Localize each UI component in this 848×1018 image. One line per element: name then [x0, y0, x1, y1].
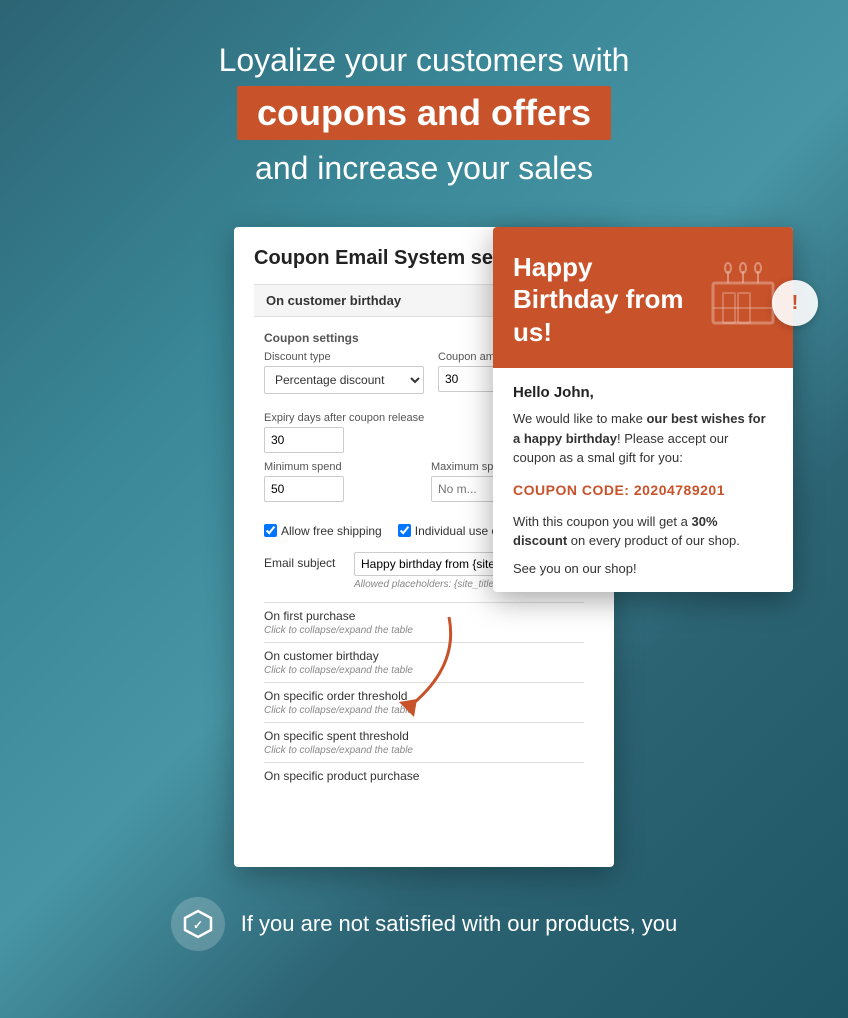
- discount-type-field: Discount type Percentage discount: [264, 351, 424, 394]
- header-highlight: coupons and offers: [237, 86, 611, 140]
- collapsible-sub: Click to collapse/expand the table: [264, 745, 584, 756]
- discount-type-select[interactable]: Percentage discount: [264, 366, 424, 394]
- header-line1: Loyalize your customers with: [100, 40, 748, 82]
- minimum-spend-label: Minimum spend: [264, 461, 417, 473]
- allow-free-shipping-input[interactable]: [264, 524, 277, 537]
- notification-symbol: !: [792, 292, 799, 315]
- collapsible-title: On specific product purchase: [264, 769, 584, 783]
- main-content: Coupon Email System settings On customer…: [0, 207, 848, 877]
- coupon-label: COUPON CODE:: [513, 482, 629, 498]
- email-greeting: Hello John,: [513, 384, 773, 401]
- expiry-days-input[interactable]: [264, 427, 344, 453]
- cake-icon: [703, 243, 783, 338]
- bottom-icon: ✓: [171, 897, 225, 951]
- arrow-icon: [379, 607, 459, 727]
- allow-free-shipping-checkbox[interactable]: Allow free shipping: [264, 524, 382, 538]
- discount-post: on every product of our shop.: [567, 533, 740, 548]
- svg-text:✓: ✓: [193, 918, 203, 932]
- discount-pre: With this coupon you will get a: [513, 514, 691, 529]
- minimum-spend-field: Minimum spend: [264, 461, 417, 502]
- bottom-section: ✓ If you are not satisfied with our prod…: [0, 877, 848, 971]
- coupon-code-line: COUPON CODE: 20204789201: [513, 482, 773, 498]
- body-intro: We would like to make: [513, 411, 646, 426]
- email-footer-text: With this coupon you will get a 30% disc…: [513, 512, 773, 551]
- allow-free-shipping-label: Allow free shipping: [281, 524, 382, 538]
- bottom-hexagon-icon: ✓: [182, 908, 214, 940]
- email-card-title: Happy Birthday from us!: [513, 251, 693, 349]
- content-wrapper: Loyalize your customers with coupons and…: [0, 0, 848, 1018]
- notification-icon: !: [772, 280, 818, 326]
- email-card: Happy Birthday from us!: [493, 227, 793, 592]
- individual-use-checkbox[interactable]: Individual use o...: [398, 524, 508, 538]
- discount-type-label: Discount type: [264, 351, 424, 363]
- coupon-code: 20204789201: [634, 482, 725, 498]
- header-section: Loyalize your customers with coupons and…: [0, 0, 848, 207]
- email-card-header: Happy Birthday from us!: [493, 227, 793, 369]
- email-body-text: We would like to make our best wishes fo…: [513, 409, 773, 468]
- email-card-body: Hello John, We would like to make our be…: [493, 368, 793, 592]
- arrow-container: [379, 607, 459, 732]
- header-line3: and increase your sales: [100, 150, 748, 187]
- list-item[interactable]: On specific product purchase: [264, 762, 584, 789]
- bottom-text: If you are not satisfied with our produc…: [241, 911, 678, 937]
- email-subject-label: Email subject: [264, 552, 344, 570]
- individual-use-input[interactable]: [398, 524, 411, 537]
- email-sign-off: See you on our shop!: [513, 561, 773, 576]
- minimum-spend-input[interactable]: [264, 476, 344, 502]
